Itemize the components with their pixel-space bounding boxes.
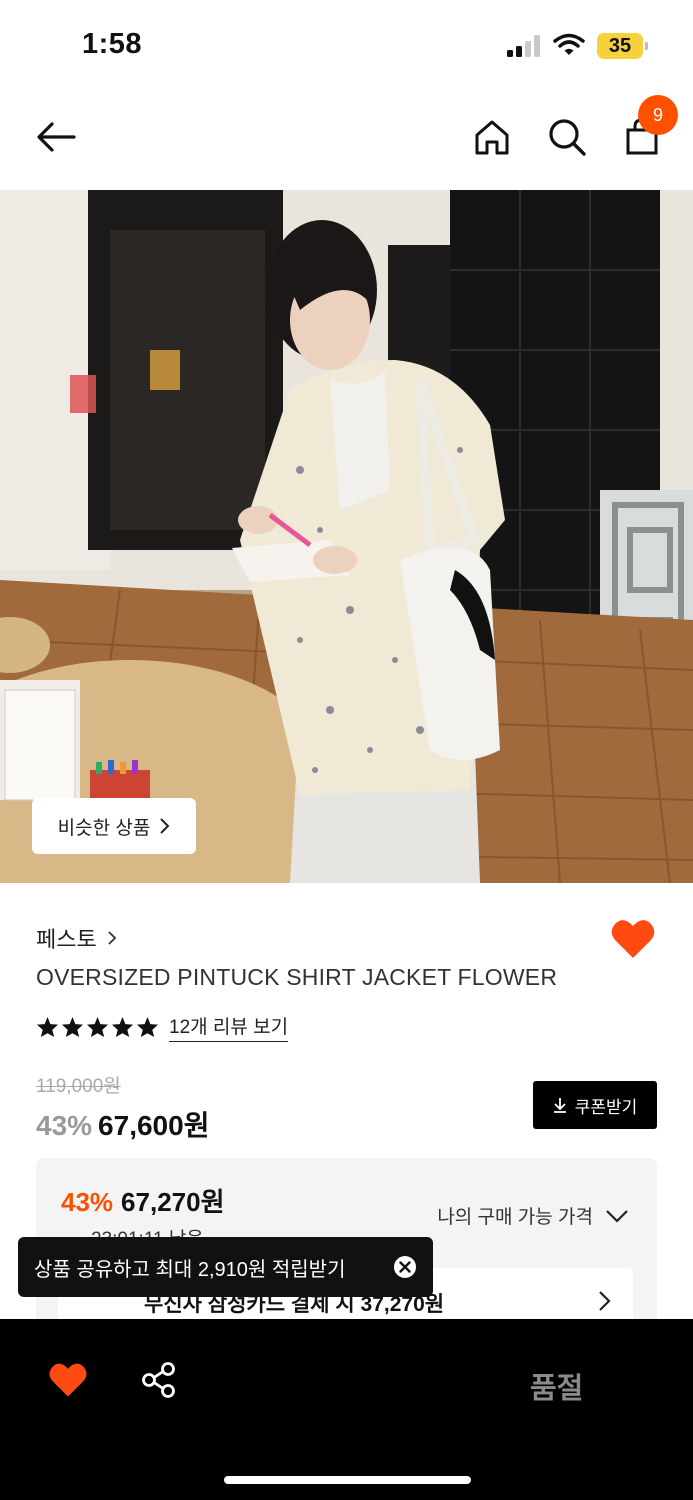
share-icon: [142, 1362, 175, 1398]
wifi-icon: [553, 33, 585, 57]
cart-count-badge: 9: [638, 95, 678, 135]
star-icon: [36, 1016, 59, 1038]
review-link[interactable]: 12개 리뷰 보기: [169, 1012, 289, 1042]
star-icon: [61, 1016, 84, 1038]
home-icon: [475, 120, 509, 155]
discount-rate: 43%: [36, 1110, 93, 1141]
toast-text: 상품 공유하고 최대 2,910원 적립받기: [34, 1258, 346, 1281]
home-indicator: [224, 1476, 471, 1484]
product-image[interactable]: [0, 190, 693, 883]
product-photo: [0, 190, 693, 883]
sale-price: 67,600원: [98, 1110, 210, 1141]
chevron-right-icon: [599, 1291, 611, 1311]
bottom-action-bar: 품절: [0, 1319, 693, 1500]
home-button[interactable]: [470, 115, 514, 159]
my-price-label: 나의 구매 가능 가격: [437, 1207, 593, 1228]
bottom-like-button[interactable]: [48, 1361, 88, 1399]
chevron-right-icon: [160, 818, 170, 834]
chevron-right-icon: [108, 931, 117, 945]
download-icon: [553, 1098, 566, 1113]
brand-link[interactable]: 페스토: [36, 922, 117, 954]
like-button[interactable]: [610, 918, 656, 960]
status-time: 1:58: [82, 28, 143, 60]
brand-name: 페스토: [36, 927, 97, 952]
chevron-down-icon: [606, 1209, 628, 1223]
price-row: 43% 67,600원: [36, 1104, 209, 1144]
star-icon: [136, 1016, 159, 1038]
original-price: 119,000원: [36, 1076, 121, 1097]
heart-icon: [611, 920, 655, 958]
share-button[interactable]: [140, 1361, 178, 1399]
star-icon: [111, 1016, 134, 1038]
cellular-signal-icon: [507, 35, 543, 57]
rating-row: 12개 리뷰 보기: [36, 1012, 289, 1042]
search-button[interactable]: [545, 115, 589, 159]
similar-products-button[interactable]: 비슷한 상품: [32, 798, 196, 854]
rating-stars: [36, 1016, 159, 1038]
coupon-label: 쿠폰받기: [574, 1097, 638, 1117]
heart-icon: [49, 1363, 87, 1397]
close-icon[interactable]: [393, 1255, 417, 1279]
best-price: 67,270원: [121, 1187, 225, 1217]
similar-products-label: 비슷한 상품: [57, 817, 151, 839]
star-icon: [86, 1016, 109, 1038]
share-reward-toast: 상품 공유하고 최대 2,910원 적립받기: [18, 1237, 433, 1297]
my-price-toggle[interactable]: 나의 구매 가능 가격: [437, 1202, 629, 1229]
search-icon: [549, 119, 586, 156]
coupon-download-button[interactable]: 쿠폰받기: [533, 1081, 657, 1129]
best-discount-rate: 43%: [61, 1187, 114, 1217]
back-button[interactable]: [34, 115, 78, 159]
top-navigation: [0, 95, 693, 185]
status-bar: 1:58 35: [0, 0, 693, 90]
best-price-row: 43% 67,270원: [61, 1182, 225, 1219]
battery-indicator: 35: [597, 33, 648, 59]
product-title: OVERSIZED PINTUCK SHIRT JACKET FLOWER: [36, 964, 558, 990]
soldout-button[interactable]: 품절: [530, 1365, 583, 1407]
back-arrow-icon: [37, 122, 76, 152]
